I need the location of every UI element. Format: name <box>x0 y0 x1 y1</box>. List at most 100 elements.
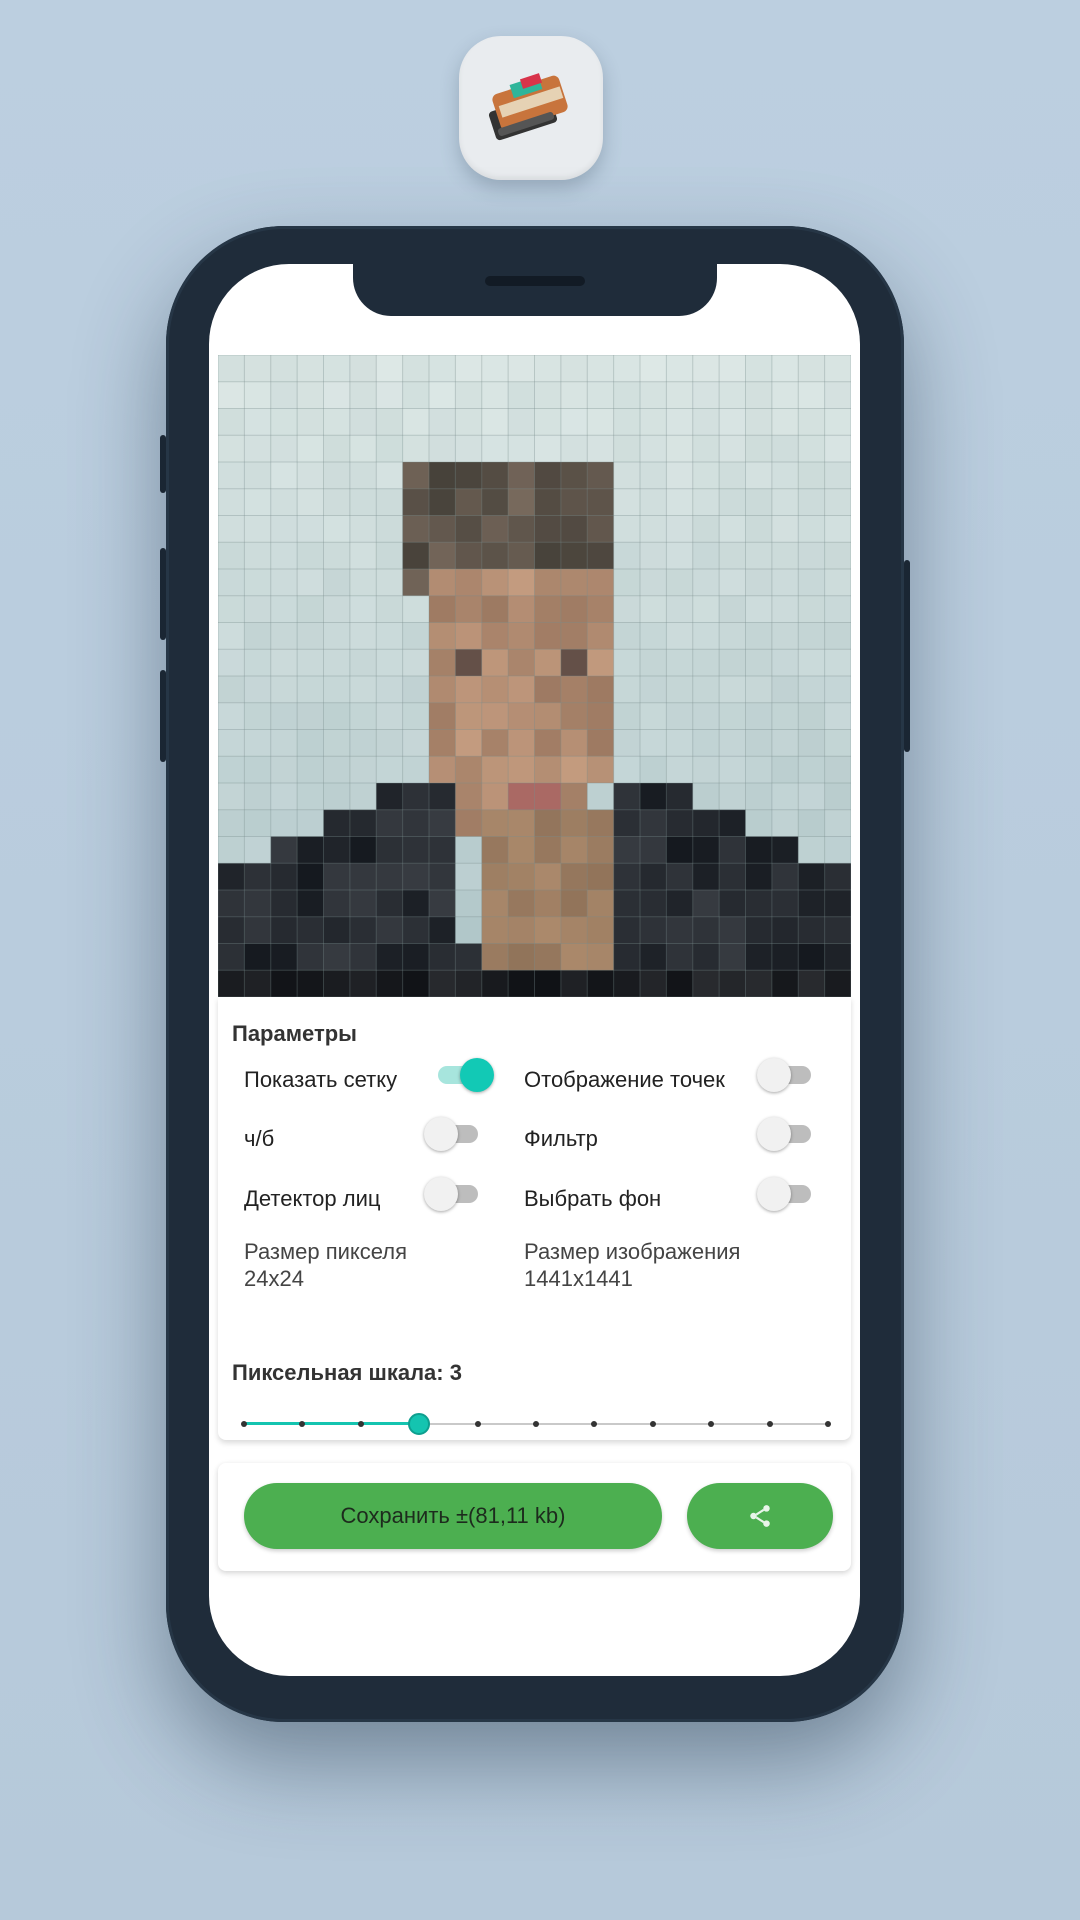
slider-tick[interactable] <box>241 1421 247 1427</box>
pixel-cell <box>323 676 351 704</box>
pixel-cell <box>587 462 615 490</box>
pixel-cell <box>613 809 641 837</box>
bw-toggle[interactable] <box>424 1116 482 1152</box>
pixel-cell <box>587 809 615 837</box>
pixel-cell <box>692 890 720 918</box>
pixel-cell <box>560 542 588 570</box>
slider-tick[interactable] <box>766 1421 773 1427</box>
choose-background-toggle[interactable] <box>757 1176 815 1212</box>
pixel-cell <box>455 355 483 383</box>
pixel-cell <box>613 729 641 757</box>
pixel-cell <box>270 622 298 650</box>
pixel-cell <box>376 381 404 409</box>
pixel-cell <box>613 836 641 864</box>
pixel-cell <box>244 435 272 463</box>
pixel-cell <box>587 916 615 944</box>
pixel-cell <box>719 381 746 409</box>
pixel-cell <box>376 756 404 784</box>
pixel-cell <box>640 355 667 383</box>
pixel-cell <box>244 622 272 650</box>
share-button[interactable] <box>687 1483 833 1549</box>
slider-tick[interactable] <box>825 1421 831 1427</box>
pixel-cell <box>560 649 588 677</box>
pixel-cell <box>508 756 535 784</box>
pixel-cell <box>560 916 588 944</box>
pixel-cell <box>534 729 562 757</box>
pixel-cell <box>719 542 746 570</box>
pixel-cell <box>297 702 324 730</box>
pixel-cell <box>587 676 615 704</box>
pixel-cell <box>719 783 746 811</box>
pixel-cell <box>481 515 509 543</box>
slider-thumb[interactable] <box>408 1413 431 1435</box>
slider-tick[interactable] <box>591 1421 598 1427</box>
pixel-cell <box>218 408 245 436</box>
pixel-cell <box>534 488 562 516</box>
pixel-cell <box>719 809 746 837</box>
slider-tick[interactable] <box>357 1421 364 1427</box>
pixel-cell <box>613 783 641 811</box>
pixel-cell <box>297 729 324 757</box>
pixel-cell <box>270 970 298 997</box>
dots-display-toggle[interactable] <box>757 1057 815 1093</box>
pixel-cell <box>349 836 377 864</box>
slider-tick[interactable] <box>708 1421 715 1427</box>
face-detector-toggle[interactable] <box>424 1176 482 1212</box>
pixel-cell <box>666 890 694 918</box>
pixel-cell <box>771 488 799 516</box>
show-grid-toggle[interactable] <box>436 1057 494 1093</box>
pixel-cell <box>297 435 324 463</box>
slider-tick[interactable] <box>649 1421 656 1427</box>
pixel-cell <box>771 890 799 918</box>
pixel-cell <box>508 622 535 650</box>
pixel-cell <box>824 676 851 704</box>
show-grid-label: Показать сетку <box>244 1067 398 1092</box>
slider-tick[interactable] <box>474 1421 481 1427</box>
pixel-cell <box>745 488 773 516</box>
pixel-cell <box>666 729 694 757</box>
pixel-cell <box>297 381 324 409</box>
pixel-size-label: Размер пикселя <box>244 1239 408 1264</box>
pixel-cell <box>824 863 851 891</box>
pixel-cell <box>455 595 483 623</box>
pixel-cell <box>798 435 826 463</box>
pixel-cell <box>798 462 826 490</box>
pixel-cell <box>613 970 641 997</box>
pixel-cell <box>508 916 535 944</box>
slider-tick[interactable] <box>533 1421 539 1427</box>
pixel-cell <box>244 462 272 490</box>
pixel-cell <box>508 649 535 677</box>
pixel-cell <box>798 890 826 918</box>
pixel-cell <box>719 943 746 971</box>
pixel-cell <box>666 916 694 944</box>
pixel-cell <box>587 595 615 623</box>
pixel-cell <box>270 756 298 784</box>
pixel-cell <box>771 863 799 891</box>
save-button[interactable]: Сохранить ±(81,11 kb) <box>244 1483 662 1549</box>
pixel-cell <box>560 408 588 436</box>
pixel-cell <box>218 916 245 944</box>
pixel-cell <box>798 569 826 597</box>
pixel-cell <box>297 595 324 623</box>
pixelated-image[interactable] <box>218 355 851 997</box>
pixel-cell <box>824 381 851 409</box>
pixel-cell <box>429 408 456 436</box>
pixel-cell <box>508 809 535 837</box>
pixel-cell <box>824 649 851 677</box>
image-size-info: Размер изображения 1441x1441 <box>524 1238 740 1292</box>
pixel-cell <box>508 836 535 864</box>
pixel-scale-slider[interactable] <box>241 1412 831 1436</box>
slider-tick[interactable] <box>299 1421 306 1427</box>
filter-toggle[interactable] <box>757 1116 815 1152</box>
pixel-cell <box>587 569 615 597</box>
share-icon <box>750 1505 770 1527</box>
pixel-cell <box>270 836 298 864</box>
pixel-cell <box>560 622 588 650</box>
pixel-cell <box>534 836 562 864</box>
pixel-cell <box>429 836 456 864</box>
pixel-cell <box>323 916 351 944</box>
pixel-cell <box>244 595 272 623</box>
pixel-cell <box>349 595 377 623</box>
pixel-cell <box>587 408 615 436</box>
pixel-cell <box>323 381 351 409</box>
